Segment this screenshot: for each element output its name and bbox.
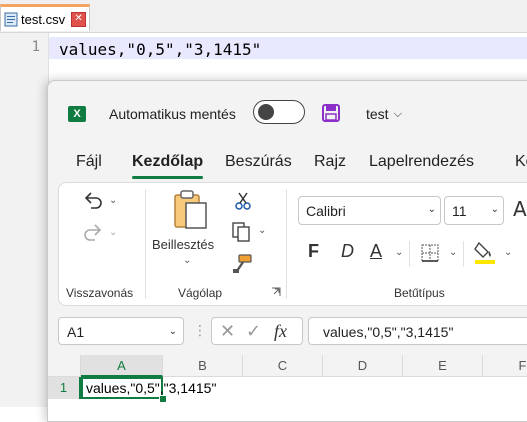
toggle-knob — [258, 104, 274, 120]
worksheet-grid[interactable]: A B C D E F 1 values,"0,5","3,1415" — [48, 355, 527, 421]
undo-dropdown-icon[interactable]: ⌄ — [109, 195, 117, 206]
cancel-icon[interactable]: ✕ — [220, 321, 235, 342]
column-header-c[interactable]: C — [243, 355, 323, 377]
line-text: values,"0,5","3,1415" — [59, 40, 262, 59]
formula-bar-row: ⌄ ⋮ ✕ ✓ fx — [58, 315, 527, 349]
notepad-tab-bar: test.csv ✕ — [0, 0, 527, 33]
autosave-toggle[interactable] — [253, 100, 305, 124]
borders-dropdown-icon[interactable]: ⌄ — [449, 247, 457, 258]
font-name-select[interactable]: ⌄ — [298, 196, 441, 225]
line-number-gutter: 1 — [0, 33, 49, 407]
cell-a1-value: values,"0,5","3,1415" — [86, 380, 217, 396]
formula-controls: ✕ ✓ fx — [211, 317, 303, 345]
more-icon[interactable]: ⋮ — [193, 323, 207, 339]
formula-input[interactable] — [321, 323, 527, 341]
tab-draw[interactable]: Rajz — [314, 153, 346, 171]
fill-color-icon[interactable] — [473, 239, 497, 265]
name-box-input[interactable] — [65, 323, 159, 341]
font-size-input[interactable] — [450, 202, 484, 220]
document-title: test — [366, 106, 389, 122]
paste-label[interactable]: Beillesztés — [152, 237, 214, 252]
fill-handle[interactable] — [159, 395, 167, 403]
notepad-file-tab[interactable]: test.csv ✕ — [0, 4, 90, 31]
chevron-down-icon[interactable]: ⌄ — [491, 204, 499, 215]
font-group-label: Betűtípus — [394, 286, 445, 300]
excel-titlebar: X Automatikus mentés test ⌵ — [48, 81, 527, 141]
column-header-d[interactable]: D — [323, 355, 403, 377]
confirm-icon[interactable]: ✓ — [246, 321, 261, 342]
borders-icon[interactable] — [420, 243, 440, 263]
excel-window: X Automatikus mentés test ⌵ Fájl Kezdőla… — [47, 80, 527, 422]
paste-icon[interactable] — [172, 189, 210, 231]
redo-icon[interactable] — [81, 221, 105, 245]
formula-bar[interactable] — [308, 317, 527, 345]
italic-button[interactable]: D — [341, 241, 354, 262]
active-tab-indicator — [132, 176, 203, 179]
cut-icon[interactable] — [233, 191, 253, 211]
chevron-down-icon[interactable]: ⌄ — [169, 326, 177, 337]
underline-dropdown-icon[interactable]: ⌄ — [395, 247, 403, 258]
ribbon-separator — [286, 189, 287, 299]
underline-button[interactable]: A — [370, 241, 382, 262]
insert-function-icon[interactable]: fx — [274, 321, 287, 342]
file-icon — [4, 12, 18, 26]
current-line[interactable]: values,"0,5","3,1415" — [49, 37, 527, 59]
font-size-select[interactable]: ⌄ — [444, 196, 504, 225]
tab-picture[interactable]: Kép — [515, 153, 527, 171]
column-header-e[interactable]: E — [403, 355, 483, 377]
ribbon-separator — [463, 241, 464, 267]
tab-insert[interactable]: Beszúrás — [225, 153, 292, 171]
save-icon[interactable] — [322, 104, 340, 122]
undo-icon[interactable] — [81, 189, 105, 213]
fill-color-dropdown-icon[interactable]: ⌄ — [504, 247, 512, 258]
tab-file[interactable]: Fájl — [76, 153, 102, 171]
tab-page-layout[interactable]: Lapelrendezés — [369, 153, 474, 171]
row-header-1[interactable]: 1 — [48, 377, 81, 399]
select-all-corner[interactable] — [48, 355, 81, 377]
line-number: 1 — [31, 39, 40, 55]
ribbon-separator — [409, 241, 410, 267]
chevron-down-icon[interactable]: ⌄ — [428, 204, 436, 215]
autosave-label: Automatikus mentés — [109, 106, 236, 122]
column-header-b[interactable]: B — [163, 355, 243, 377]
document-title-menu[interactable]: test ⌵ — [366, 106, 402, 122]
close-icon[interactable]: ✕ — [71, 11, 87, 27]
font-name-input[interactable] — [304, 202, 408, 220]
column-header-f[interactable]: F — [483, 355, 527, 377]
dialog-launcher-icon[interactable] — [271, 287, 281, 297]
redo-dropdown-icon[interactable]: ⌄ — [109, 227, 117, 238]
format-painter-icon[interactable] — [231, 253, 253, 275]
column-header-a[interactable]: A — [81, 355, 163, 377]
copy-dropdown-icon[interactable]: ⌄ — [258, 225, 266, 236]
grow-font-icon[interactable]: A — [513, 197, 527, 221]
chevron-down-icon: ⌵ — [393, 107, 402, 120]
copy-icon[interactable] — [231, 221, 253, 243]
ribbon-tabs: Fájl Kezdőlap Beszúrás Rajz Lapelrendezé… — [48, 147, 527, 179]
ribbon-home: ⌄ ⌄ Visszavonás Beillesztés ⌄ ⌄ Vágólap … — [58, 182, 527, 306]
notepad-tab-title: test.csv — [21, 11, 66, 27]
name-box[interactable]: ⌄ — [58, 317, 184, 345]
excel-logo-icon: X — [68, 106, 86, 122]
tab-home[interactable]: Kezdőlap — [132, 153, 203, 171]
undo-group-label: Visszavonás — [66, 286, 134, 300]
ribbon-separator — [145, 189, 146, 299]
clipboard-group-label: Vágólap — [178, 286, 223, 300]
paste-dropdown-icon[interactable]: ⌄ — [183, 255, 191, 266]
bold-button[interactable]: F — [308, 241, 319, 262]
